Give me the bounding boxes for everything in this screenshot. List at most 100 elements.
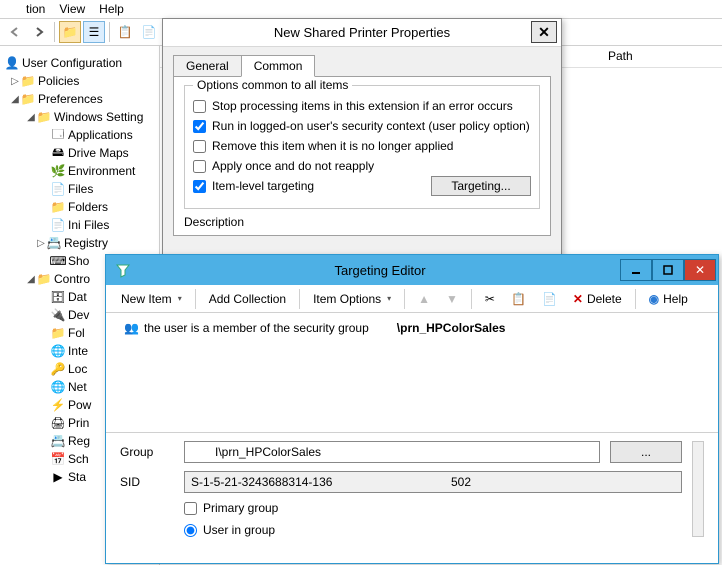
item-icon: 🔌 [50,307,66,323]
collapse-icon[interactable]: ◢ [26,112,36,123]
copy-icon[interactable]: 📋 [114,21,136,43]
paste-icon[interactable]: 📄 [138,21,160,43]
tree-item[interactable]: 📄Ini Files [0,216,159,234]
close-button[interactable]: ✕ [531,21,557,43]
tree-item[interactable]: 🖴Drive Maps [0,144,159,162]
help-button[interactable]: ◉Help [642,288,695,310]
targeting-button[interactable]: Targeting... [431,176,531,196]
tree-label: Dev [68,308,89,322]
dropdown-icon: ▾ [178,294,182,303]
tree-label: Contro [54,272,90,286]
option-row[interactable]: Run in logged-on user's security context… [193,116,531,136]
item-icon: 🌐 [50,379,66,395]
rule-group-value: \prn_HPColorSales [397,321,506,335]
move-up-icon[interactable]: ▲ [411,288,437,310]
maximize-button[interactable] [652,259,684,281]
description-label: Description [184,215,540,229]
delete-button[interactable]: ✕Delete [566,288,629,310]
tree-label: Pow [68,398,91,412]
help-icon: ◉ [649,292,659,306]
forward-button[interactable] [28,21,50,43]
copy-icon[interactable]: 📋 [504,288,533,310]
add-collection-button[interactable]: Add Collection [202,288,293,310]
tree-label: Preferences [38,92,103,106]
item-icon: 📄 [50,181,66,197]
item-options-button[interactable]: Item Options▾ [306,288,398,310]
option-label: Item-level targeting [212,179,314,193]
collapse-icon[interactable]: ◢ [10,94,20,105]
tree-label: Net [68,380,87,394]
cut-icon[interactable]: ✂ [478,288,502,310]
option-checkbox[interactable] [193,160,206,173]
rule-text: the user is a member of the security gro… [144,321,369,335]
delete-icon: ✕ [573,292,583,306]
tree-item[interactable]: 📁Folders [0,198,159,216]
rule-line[interactable]: 👥 the user is a member of the security g… [116,319,708,337]
tree-label: Inte [68,344,88,358]
tree-item[interactable]: 🗔Applications [0,126,159,144]
tree-user-config[interactable]: 👤 User Configuration [0,54,159,72]
list-view-icon[interactable]: ☰ [83,21,105,43]
user-in-group-row[interactable]: User in group [184,523,682,537]
rules-area: 👥 the user is a member of the security g… [106,313,718,433]
option-checkbox[interactable] [193,120,206,133]
option-label: Remove this item when it is no longer ap… [212,139,453,153]
item-icon: 🖨 [50,415,66,431]
option-row[interactable]: Item-level targeting Targeting... [193,176,531,196]
group-field[interactable]: I\prn_HPColorSales [184,441,600,463]
paste-icon[interactable]: 📄 [535,288,564,310]
tree-policies[interactable]: ▷ 📁 Policies [0,72,159,90]
option-label: Run in logged-on user's security context… [212,119,530,133]
item-icon: 📅 [50,451,66,467]
tree-label: User Configuration [22,56,122,70]
scrollbar[interactable] [692,441,704,537]
folder-icon[interactable]: 📁 [59,21,81,43]
new-item-button[interactable]: New Item▾ [114,288,189,310]
option-label: Stop processing items in this extension … [212,99,513,113]
dialog-titlebar[interactable]: New Shared Printer Properties ✕ [163,19,561,47]
user-in-group-radio[interactable] [184,524,197,537]
options-group: Options common to all items Stop process… [184,85,540,209]
tree-label: Drive Maps [68,146,129,160]
minimize-button[interactable] [620,259,652,281]
tab-common[interactable]: Common [241,55,316,77]
tab-general[interactable]: General [173,55,242,77]
tree-preferences[interactable]: ◢ 📁 Preferences [0,90,159,108]
primary-group-row[interactable]: Primary group [184,501,682,515]
option-checkbox[interactable] [193,100,206,113]
browse-button[interactable]: ... [610,441,682,463]
move-down-icon[interactable]: ▼ [439,288,465,310]
close-button[interactable]: ✕ [684,259,716,281]
tree-label: Sho [68,254,89,268]
back-button[interactable] [4,21,26,43]
option-row[interactable]: Stop processing items in this extension … [193,96,531,116]
option-row[interactable]: Apply once and do not reapply [193,156,531,176]
tree-label: Prin [68,416,89,430]
option-checkbox[interactable] [193,140,206,153]
option-row[interactable]: Remove this item when it is no longer ap… [193,136,531,156]
dialog-titlebar[interactable]: Targeting Editor ✕ [106,255,718,285]
tree-label: Registry [64,236,108,250]
item-icon: 📇 [50,433,66,449]
menu-help[interactable]: Help [99,2,124,16]
tree-item[interactable]: 🌿Environment [0,162,159,180]
printer-properties-dialog: New Shared Printer Properties ✕ General … [162,18,562,258]
tree-label: Dat [68,290,87,304]
tree-item[interactable]: ▷📇Registry [0,234,159,252]
item-icon: 📁 [50,325,66,341]
col-path[interactable]: Path [600,46,641,67]
item-icon: 🔑 [50,361,66,377]
primary-group-checkbox[interactable] [184,502,197,515]
tree-windows-settings[interactable]: ◢ 📁 Windows Setting [0,108,159,126]
expand-icon[interactable]: ▷ [36,238,46,249]
item-icon: ▶ [50,469,66,485]
expand-icon[interactable]: ▷ [10,76,20,87]
menu-action[interactable]: tion [26,2,45,16]
tree-item[interactable]: 📄Files [0,180,159,198]
menu-view[interactable]: View [59,2,85,16]
option-checkbox[interactable] [193,180,206,193]
tree-label: Folders [68,200,108,214]
tree-label: Reg [68,434,90,448]
collapse-icon[interactable]: ◢ [26,274,36,285]
group-icon: 👥 [124,321,140,335]
